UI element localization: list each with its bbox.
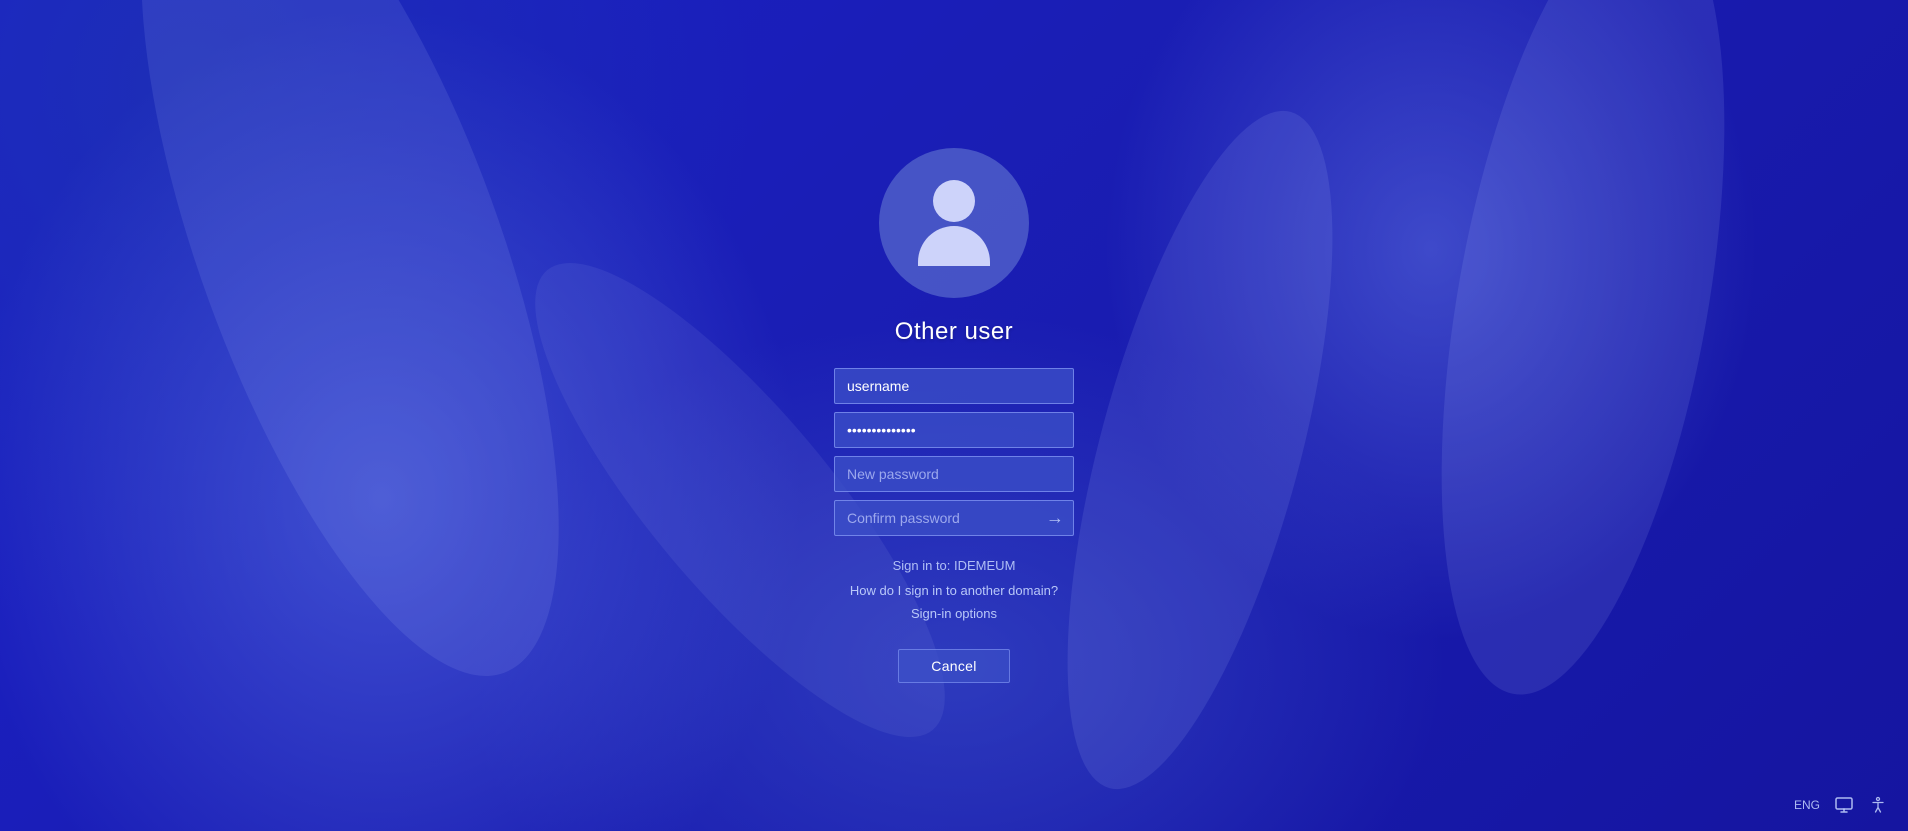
confirm-password-field-group: → bbox=[834, 500, 1074, 536]
username-field-group bbox=[834, 368, 1074, 404]
user-icon-body bbox=[918, 226, 990, 266]
sign-in-domain-label: Sign in to: IDEMEUM bbox=[893, 558, 1016, 573]
cancel-button[interactable]: Cancel bbox=[898, 649, 1009, 683]
confirm-password-input[interactable] bbox=[834, 500, 1074, 536]
user-icon-head bbox=[933, 180, 975, 222]
page-title: Other user bbox=[895, 318, 1013, 346]
sign-in-options-link[interactable]: Sign-in options bbox=[911, 606, 997, 621]
submit-arrow-icon[interactable]: → bbox=[1046, 508, 1064, 529]
password-input[interactable] bbox=[834, 412, 1074, 448]
login-panel: Other user → Sign in to: IDEMEUM How do … bbox=[764, 148, 1144, 683]
password-field-group bbox=[834, 412, 1074, 448]
monitor-icon[interactable] bbox=[1834, 795, 1854, 815]
how-to-sign-in-link[interactable]: How do I sign in to another domain? bbox=[850, 583, 1058, 598]
new-password-field-group bbox=[834, 456, 1074, 492]
bottom-bar: ENG bbox=[1794, 795, 1888, 815]
accessibility-icon[interactable] bbox=[1868, 795, 1888, 815]
user-icon bbox=[918, 180, 990, 266]
new-password-input[interactable] bbox=[834, 456, 1074, 492]
language-selector[interactable]: ENG bbox=[1794, 798, 1820, 812]
username-input[interactable] bbox=[834, 368, 1074, 404]
avatar bbox=[879, 148, 1029, 298]
language-label: ENG bbox=[1794, 798, 1820, 812]
